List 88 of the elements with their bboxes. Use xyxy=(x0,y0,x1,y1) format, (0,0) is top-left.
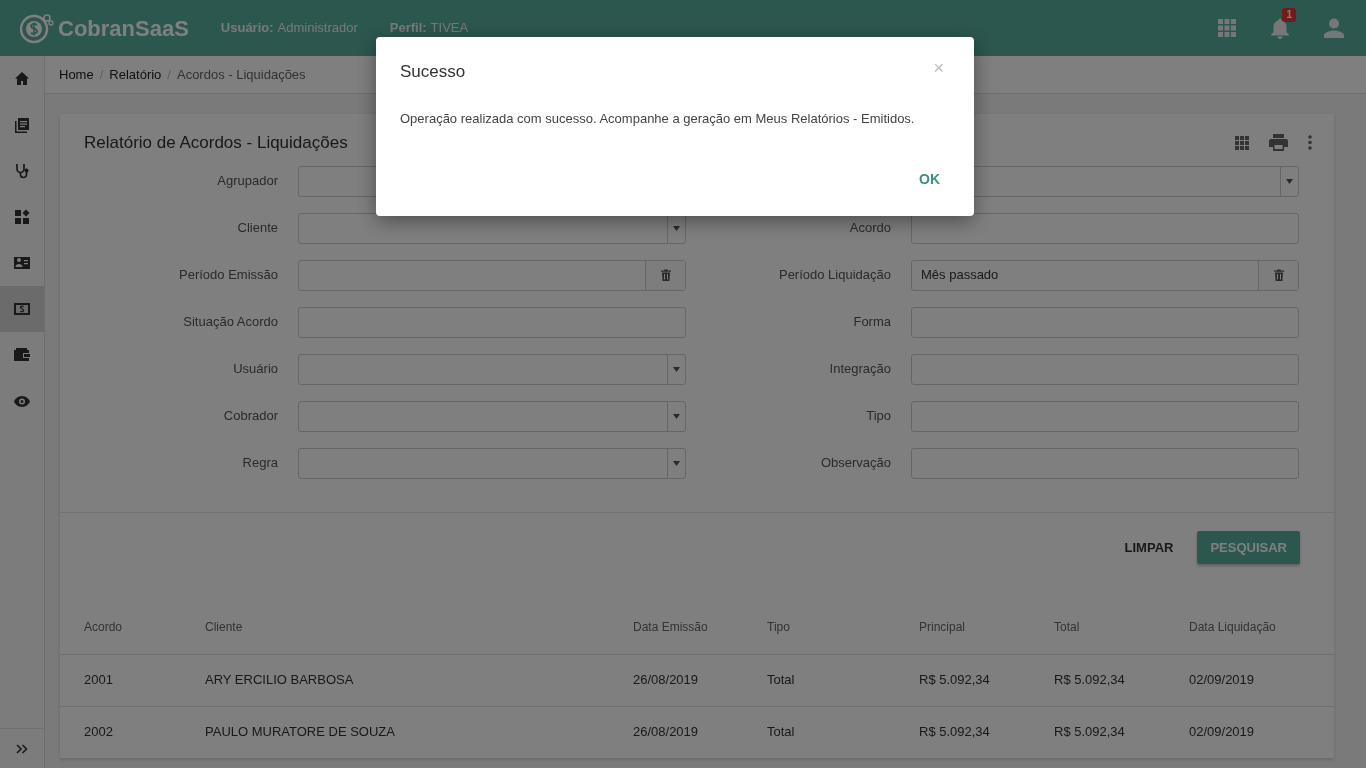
column-header: Data Liquidação xyxy=(1188,602,1334,654)
field-label: Período Emissão xyxy=(178,266,278,285)
field-label: Cobrador xyxy=(222,407,278,426)
column-header: Total xyxy=(1053,602,1188,654)
home-icon xyxy=(14,71,30,87)
column-header: Principal xyxy=(918,602,1053,654)
money-icon xyxy=(14,301,30,317)
logo-icon xyxy=(20,12,54,44)
caret-icon xyxy=(1286,178,1293,184)
breadcrumb-separator: / xyxy=(167,65,171,84)
clear-button[interactable] xyxy=(1258,260,1298,290)
table-cell: Total xyxy=(766,706,918,758)
dialog-title: Sucesso xyxy=(400,61,466,83)
date-field[interactable] xyxy=(298,259,686,291)
table-cell: 26/08/2019 xyxy=(632,706,766,758)
input-field[interactable] xyxy=(298,306,686,338)
sidebar-item[interactable] xyxy=(0,286,44,332)
dialog-message: Operação realizada com sucesso. Acompanhe a geração em Meus Relatórios - Emitidos. xyxy=(400,109,916,128)
field-label: Forma xyxy=(852,313,891,332)
caret-icon xyxy=(673,366,680,372)
table-cell: R$ 5.092,34 xyxy=(1053,706,1188,758)
table-cell: R$ 5.092,34 xyxy=(918,654,1053,706)
breadcrumb-link[interactable]: Relatório xyxy=(109,64,162,85)
trash-icon xyxy=(660,269,671,281)
report-title: Relatório de Acordos - Liquidações xyxy=(84,132,348,154)
field-label: Situação Acordo xyxy=(182,313,278,332)
caret-icon xyxy=(673,225,680,231)
input-field[interactable] xyxy=(911,353,1299,385)
caret-icon xyxy=(673,460,680,466)
more-icon[interactable] xyxy=(1308,135,1312,151)
column-header: Cliente xyxy=(204,602,632,654)
brand-name: CobranSaaS xyxy=(58,14,189,43)
ok-button[interactable]: OK xyxy=(909,163,950,196)
breadcrumb-current: Acordos - Liquidações xyxy=(176,65,306,84)
dashboard-icon xyxy=(14,209,30,225)
column-header: Data Emissão xyxy=(632,602,766,654)
field-label: Usuário xyxy=(232,360,278,379)
clear-button[interactable]: LIMPAR xyxy=(1116,531,1182,563)
field-label: Acordo xyxy=(848,219,891,238)
table-cell: 2002 xyxy=(60,706,204,758)
field-label: Agrupador xyxy=(216,172,278,191)
field-label: Cliente xyxy=(236,219,278,238)
stethoscope-icon xyxy=(14,163,30,179)
grid-icon[interactable] xyxy=(1235,135,1249,150)
profile-name: TIVEA xyxy=(430,19,469,38)
field-label: Observação xyxy=(819,454,891,473)
input-field[interactable] xyxy=(911,447,1299,479)
notification-icon[interactable] xyxy=(1270,17,1290,39)
table-cell: 2001 xyxy=(60,654,204,706)
select-field[interactable] xyxy=(298,212,686,244)
wallet-icon xyxy=(14,347,30,363)
print-icon[interactable] xyxy=(1269,134,1288,152)
breadcrumb-separator: / xyxy=(99,65,104,84)
caret-icon xyxy=(673,413,680,419)
select-field[interactable] xyxy=(298,353,686,385)
table-cell: PAULO MURATORE DE SOUZA xyxy=(204,706,632,758)
date-field[interactable]: Mês passado xyxy=(911,259,1299,291)
eye-icon xyxy=(14,393,30,409)
column-header: Tipo xyxy=(766,602,918,654)
input-field[interactable] xyxy=(911,212,1299,244)
table-cell: 02/09/2019 xyxy=(1188,654,1334,706)
user-icon[interactable] xyxy=(1324,18,1344,38)
field-label: Tipo xyxy=(865,407,891,426)
field-label: Período Liquidação xyxy=(777,266,891,285)
table-cell: ARY ERCILIO BARBOSA xyxy=(204,654,632,706)
table-cell: Total xyxy=(766,654,918,706)
clear-button[interactable] xyxy=(645,260,685,290)
field-label: Integração xyxy=(828,360,891,379)
input-field[interactable] xyxy=(911,400,1299,432)
breadcrumb-link[interactable]: Home xyxy=(59,64,94,85)
contact-card-icon xyxy=(14,255,30,271)
user-name: Administrador xyxy=(277,19,358,38)
expand-icon[interactable] xyxy=(16,743,28,754)
table-cell: 02/09/2019 xyxy=(1188,706,1334,758)
library-icon xyxy=(14,117,30,133)
column-header: Acordo xyxy=(60,602,204,654)
apps-icon[interactable] xyxy=(1218,19,1236,37)
select-field[interactable] xyxy=(298,447,686,479)
profile-label: Perfil: xyxy=(389,19,427,38)
input-field[interactable] xyxy=(911,306,1299,338)
trash-icon xyxy=(1273,269,1284,281)
notification-badge: 1 xyxy=(1282,8,1296,22)
table-cell: 26/08/2019 xyxy=(632,654,766,706)
user-label: Usuário: xyxy=(220,19,274,38)
select-field[interactable] xyxy=(298,400,686,432)
table-cell: R$ 5.092,34 xyxy=(918,706,1053,758)
field-label: Regra xyxy=(241,454,278,473)
table-cell: R$ 5.092,34 xyxy=(1053,654,1188,706)
